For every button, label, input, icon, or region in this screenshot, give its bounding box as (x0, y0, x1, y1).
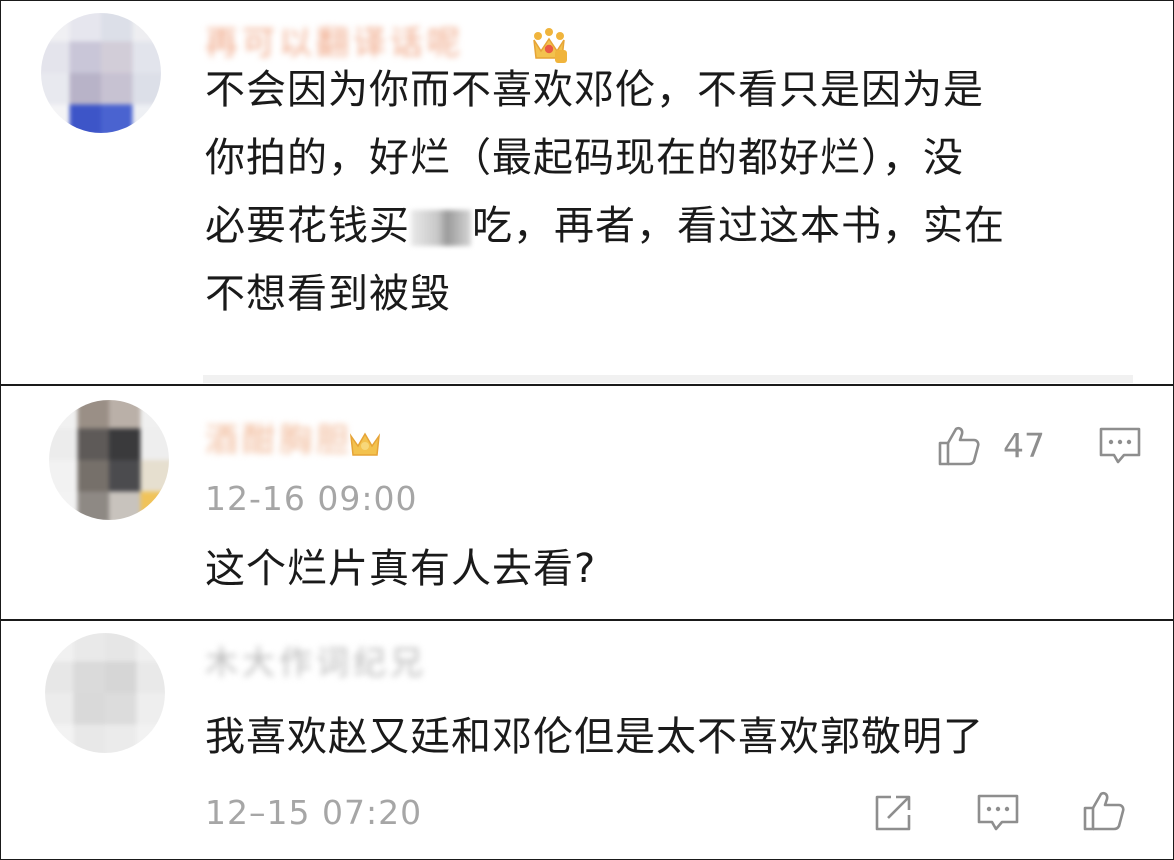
comment-icon[interactable] (976, 791, 1020, 835)
timestamp: 12–15 07:20 (205, 793, 423, 832)
comment-text: 我喜欢赵又廷和邓伦但是太不喜欢郭敬明了 (205, 703, 984, 771)
comment-line: 我喜欢赵又廷和邓伦但是太不喜欢郭敬明了 (205, 714, 984, 760)
comment-icon[interactable] (1098, 424, 1142, 468)
divider (203, 375, 1133, 383)
share-icon[interactable] (871, 791, 915, 835)
timestamp: 12-16 09:00 (205, 479, 418, 518)
like-count: 47 (1003, 426, 1045, 465)
comment-text: 不会因为你而不喜欢邓伦，不看只是因为是 你拍的，好烂（最起码现在的都好烂），没 … (205, 56, 1005, 328)
comment-line: 这个烂片真有人去看? (205, 546, 597, 592)
comment-card: 木大作词纪兄 我喜欢赵又廷和邓伦但是太不喜欢郭敬明了 12–15 07:20 (0, 620, 1174, 860)
crown-badge-icon (349, 432, 381, 456)
comment-line: 你拍的，好烂（最起码现在的都好烂），没 (205, 135, 964, 181)
comment-line-segment: 必要花钱买 (205, 203, 410, 249)
like-icon[interactable] (936, 424, 980, 468)
comment-card: 酒酣胸胆 47 12-16 09:00 这个烂片真有人去看? (0, 385, 1174, 620)
avatar-image (49, 400, 169, 520)
avatar-image (45, 633, 165, 753)
username[interactable]: 木大作词纪兄 (205, 643, 427, 683)
blurred-word (411, 210, 471, 246)
comment-card: 再可以翻译话呢 不会因为你而不喜欢邓伦，不看只是因为是 你拍的，好烂（最起码现在… (0, 0, 1174, 385)
comment-line: 必要花钱买 吃，再者，看过这本书，实在 (205, 192, 1005, 260)
avatar[interactable] (49, 400, 169, 520)
username[interactable]: 酒酣胸胆 (205, 420, 353, 460)
comment-line: 不想看到被毁 (205, 271, 451, 317)
comment-line: 不会因为你而不喜欢邓伦，不看只是因为是 (205, 67, 984, 113)
avatar[interactable] (45, 633, 165, 753)
comment-line-segment: 吃，再者，看过这本书，实在 (472, 203, 1005, 249)
like-icon[interactable] (1081, 789, 1125, 833)
comment-text: 这个烂片真有人去看? (205, 535, 596, 603)
avatar-image (41, 13, 161, 133)
avatar[interactable] (41, 13, 161, 133)
